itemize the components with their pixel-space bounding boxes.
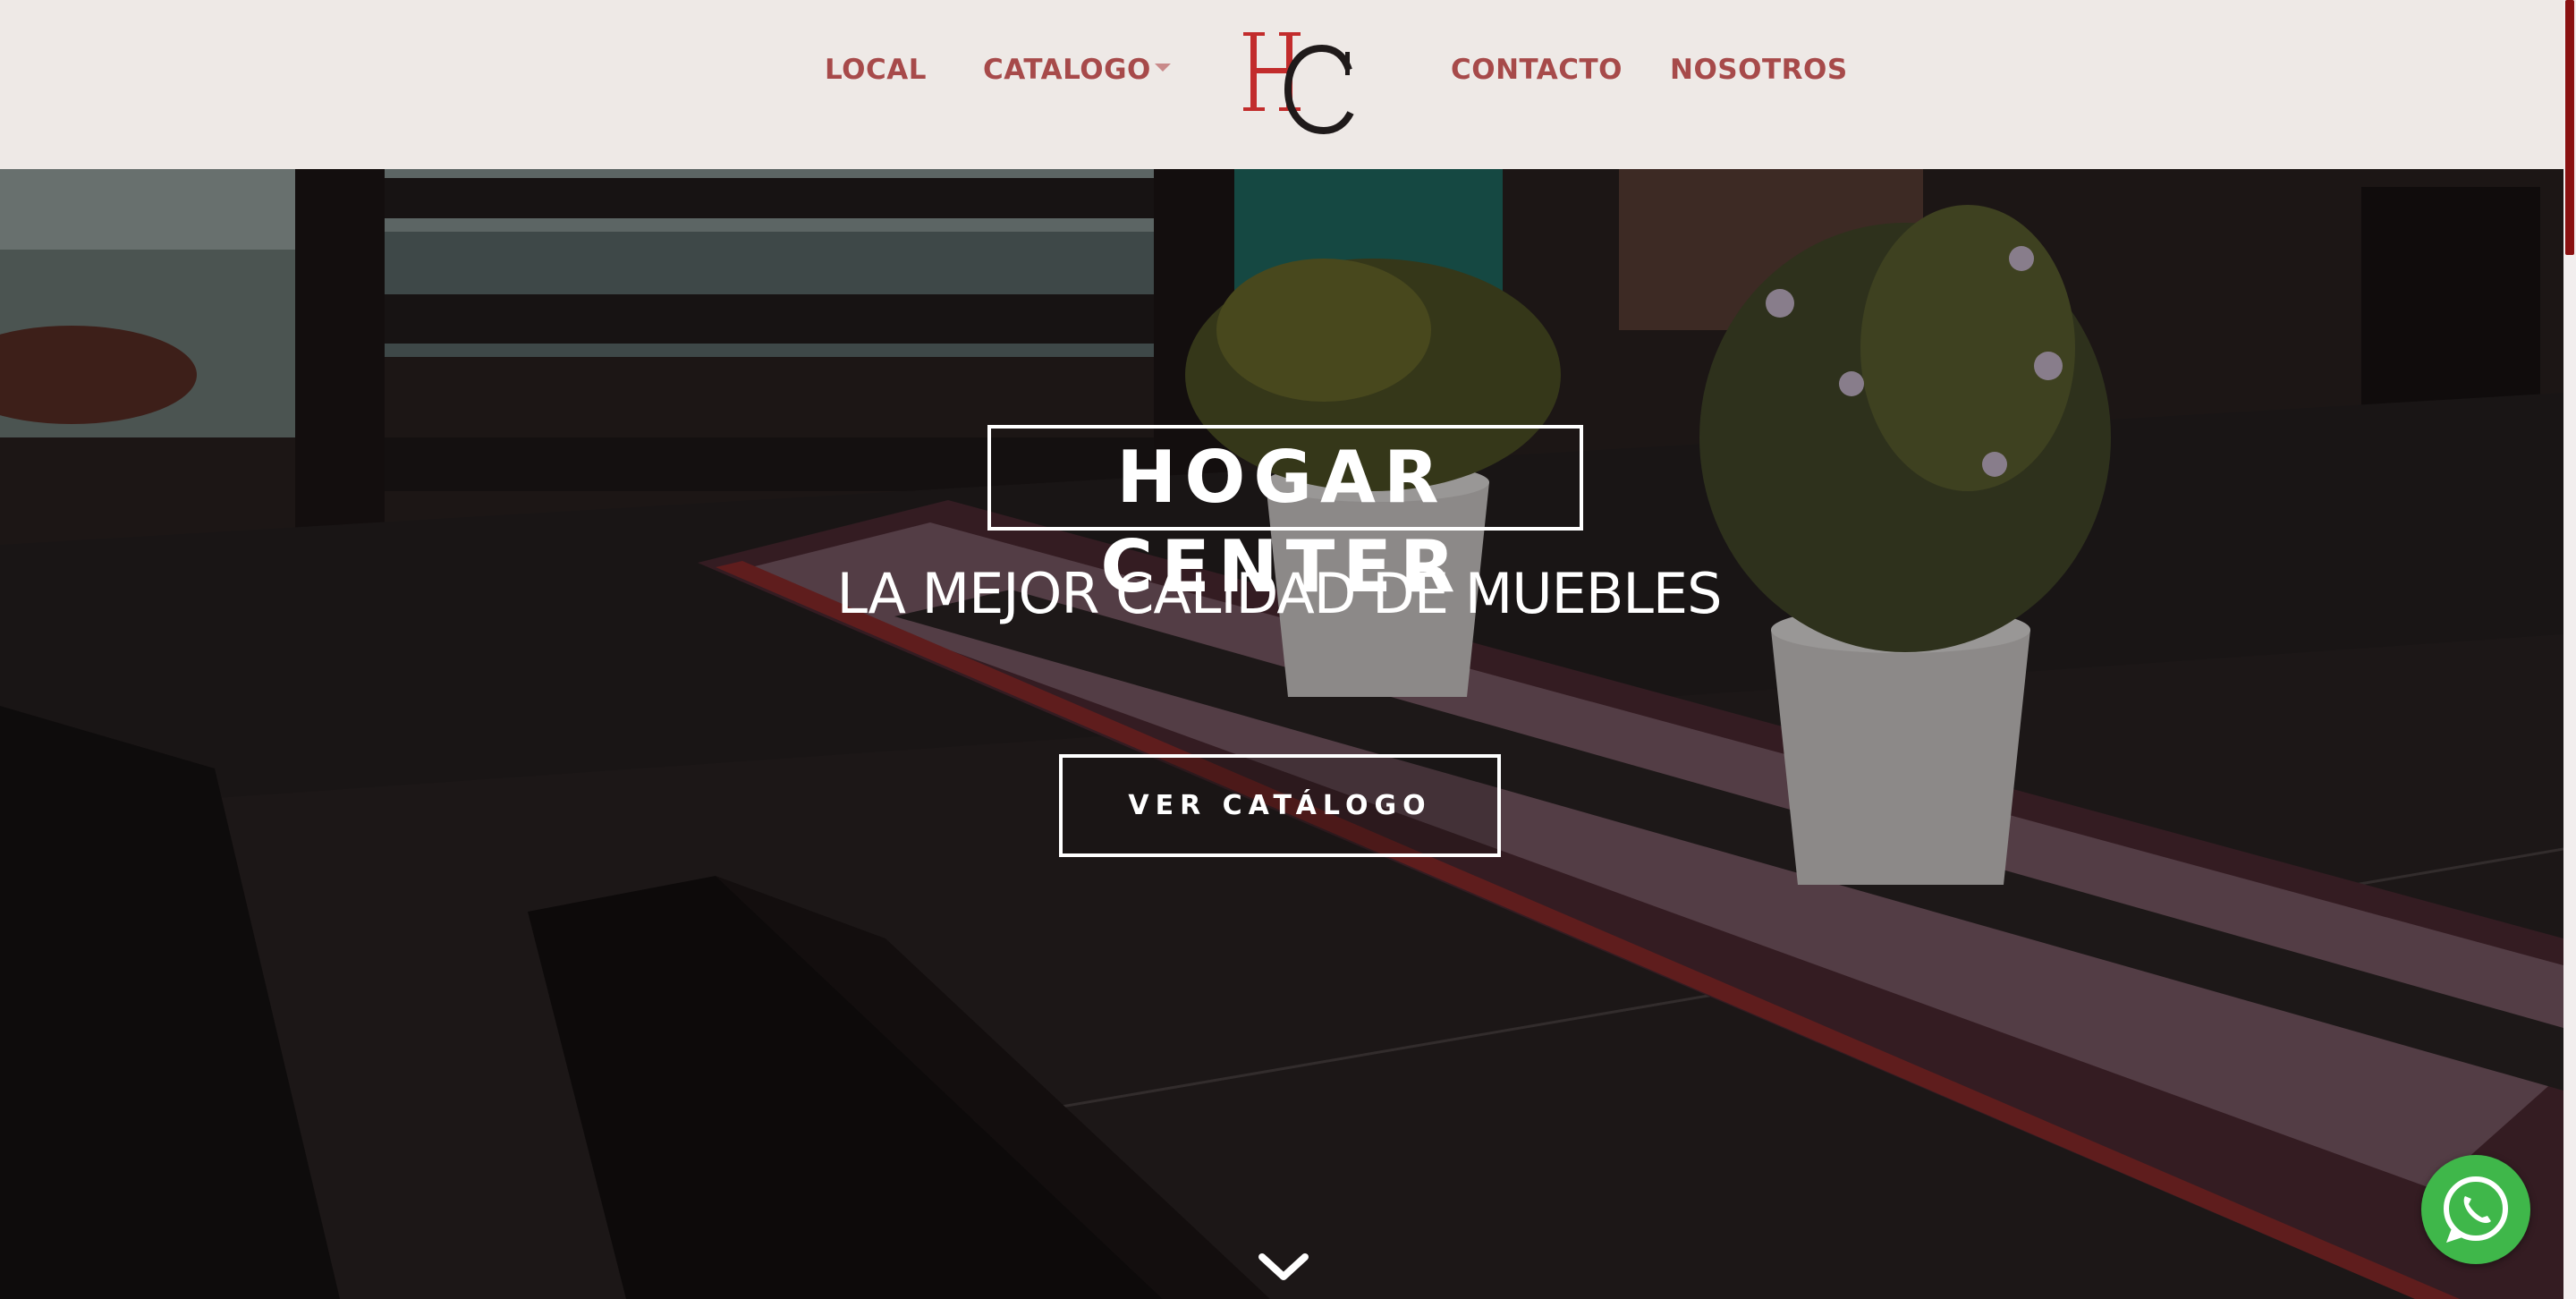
hogar-center-logo[interactable]: [1243, 27, 1360, 135]
nav-catalogo-label: CATALOGO: [983, 54, 1151, 86]
nav-contacto-link[interactable]: CONTACTO: [1451, 52, 1623, 88]
caret-down-icon: [1154, 64, 1171, 72]
hero-background-image: [0, 169, 2563, 1299]
scrollbar-thumb[interactable]: [2565, 0, 2574, 255]
nav-nosotros-link[interactable]: NOSOTROS: [1670, 52, 1848, 88]
ver-catalogo-button[interactable]: VER CATÁLOGO: [1059, 754, 1501, 857]
whatsapp-icon[interactable]: [2421, 1155, 2530, 1264]
nav-catalogo-link[interactable]: CATALOGO: [983, 52, 1171, 88]
nav-local-link[interactable]: LOCAL: [825, 52, 927, 88]
chevron-down-icon[interactable]: [1257, 1252, 1310, 1284]
top-navbar: LOCAL CATALOGO CONTACTO NOSOTROS: [0, 0, 2563, 169]
hero-subtitle: LA MEJOR CALIDAD DE MUEBLES: [836, 561, 1723, 626]
page-scrollbar[interactable]: [2563, 0, 2576, 1299]
hero-section: HOGAR CENTER LA MEJOR CALIDAD DE MUEBLES…: [0, 169, 2563, 1299]
